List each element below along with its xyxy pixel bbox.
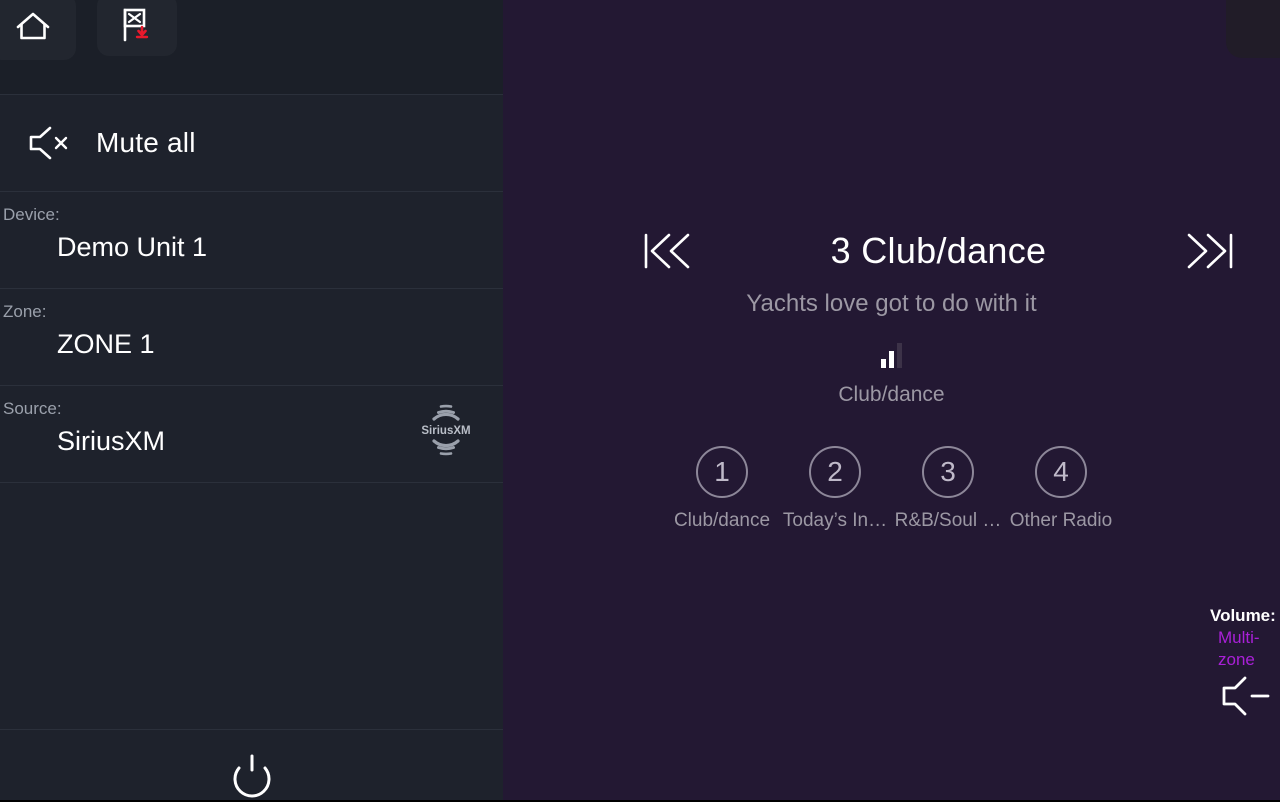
preset-list: 1 Club/dance 2 Today’s In… 3 R&B/Soul … … [503,446,1280,532]
volume-caption: Volume: [1210,606,1276,625]
station-name: Club/dance [838,383,945,406]
track-title: 3 Club/dance [830,230,1047,271]
device-value: Demo Unit 1 [57,232,208,262]
preset-4[interactable]: 4 Other Radio [1005,446,1118,532]
app-root: Mute all Device: Demo Unit 1 Zone: ZONE … [0,0,1280,800]
sidebar-empty-area [0,482,503,723]
sidebar: Mute all Device: Demo Unit 1 Zone: ZONE … [0,0,503,800]
mute-icon-wrap [0,121,96,165]
player-panel: 3 Club/dance Yachts love got to do with … [503,0,1280,800]
volume-meta: Volume: Multi-zone [1210,605,1280,671]
signal-strength-icon [881,343,902,369]
preset-4-number: 4 [1035,446,1087,498]
device-key: Device: [3,205,60,224]
corner-button[interactable] [1226,0,1280,58]
preset-1[interactable]: 1 Club/dance [666,446,779,532]
zone-row[interactable]: Zone: ZONE 1 [0,288,503,385]
zone-value: ZONE 1 [57,329,155,359]
home-button[interactable] [0,0,76,60]
preset-3[interactable]: 3 R&B/Soul … [892,446,1005,532]
preset-1-label: Club/dance [673,510,771,531]
siriusxm-wordmark: SiriusXM [421,425,470,437]
source-row[interactable]: Source: SiriusXM SiriusXM [0,385,503,482]
sidebar-topbar [0,0,503,94]
skip-backward-button[interactable] [625,227,711,275]
power-row[interactable] [0,729,503,800]
preset-2-number: 2 [809,446,861,498]
track-title-bar: 3 Club/dance [503,222,1280,280]
skip-forward-button[interactable] [1166,227,1252,275]
mute-all-row[interactable]: Mute all [0,94,503,191]
preset-2-label: Today’s In… [782,510,888,531]
signal-section: Club/dance [503,343,1280,407]
preset-1-number: 1 [696,446,748,498]
preset-2[interactable]: 2 Today’s In… [779,446,892,532]
device-row[interactable]: Device: Demo Unit 1 [0,191,503,288]
volume-down-button[interactable] [1215,665,1277,727]
flag-x-download-icon [123,8,149,42]
preset-3-number: 3 [922,446,974,498]
siriusxm-logo-icon: SiriusXM [421,404,471,456]
volume-down-icon [1222,676,1270,716]
preset-3-label: R&B/Soul … [894,510,1002,531]
zone-key: Zone: [3,302,47,321]
power-icon[interactable] [230,754,274,802]
mute-all-label: Mute all [96,127,196,158]
flag-clear-button[interactable] [97,0,177,56]
skip-forward-icon [1187,233,1233,269]
home-icon [16,12,50,40]
track-subtitle: Yachts love got to do with it [746,290,1037,317]
skip-backward-icon [644,233,690,269]
preset-4-label: Other Radio [1009,510,1113,531]
speaker-mute-icon [29,126,68,160]
